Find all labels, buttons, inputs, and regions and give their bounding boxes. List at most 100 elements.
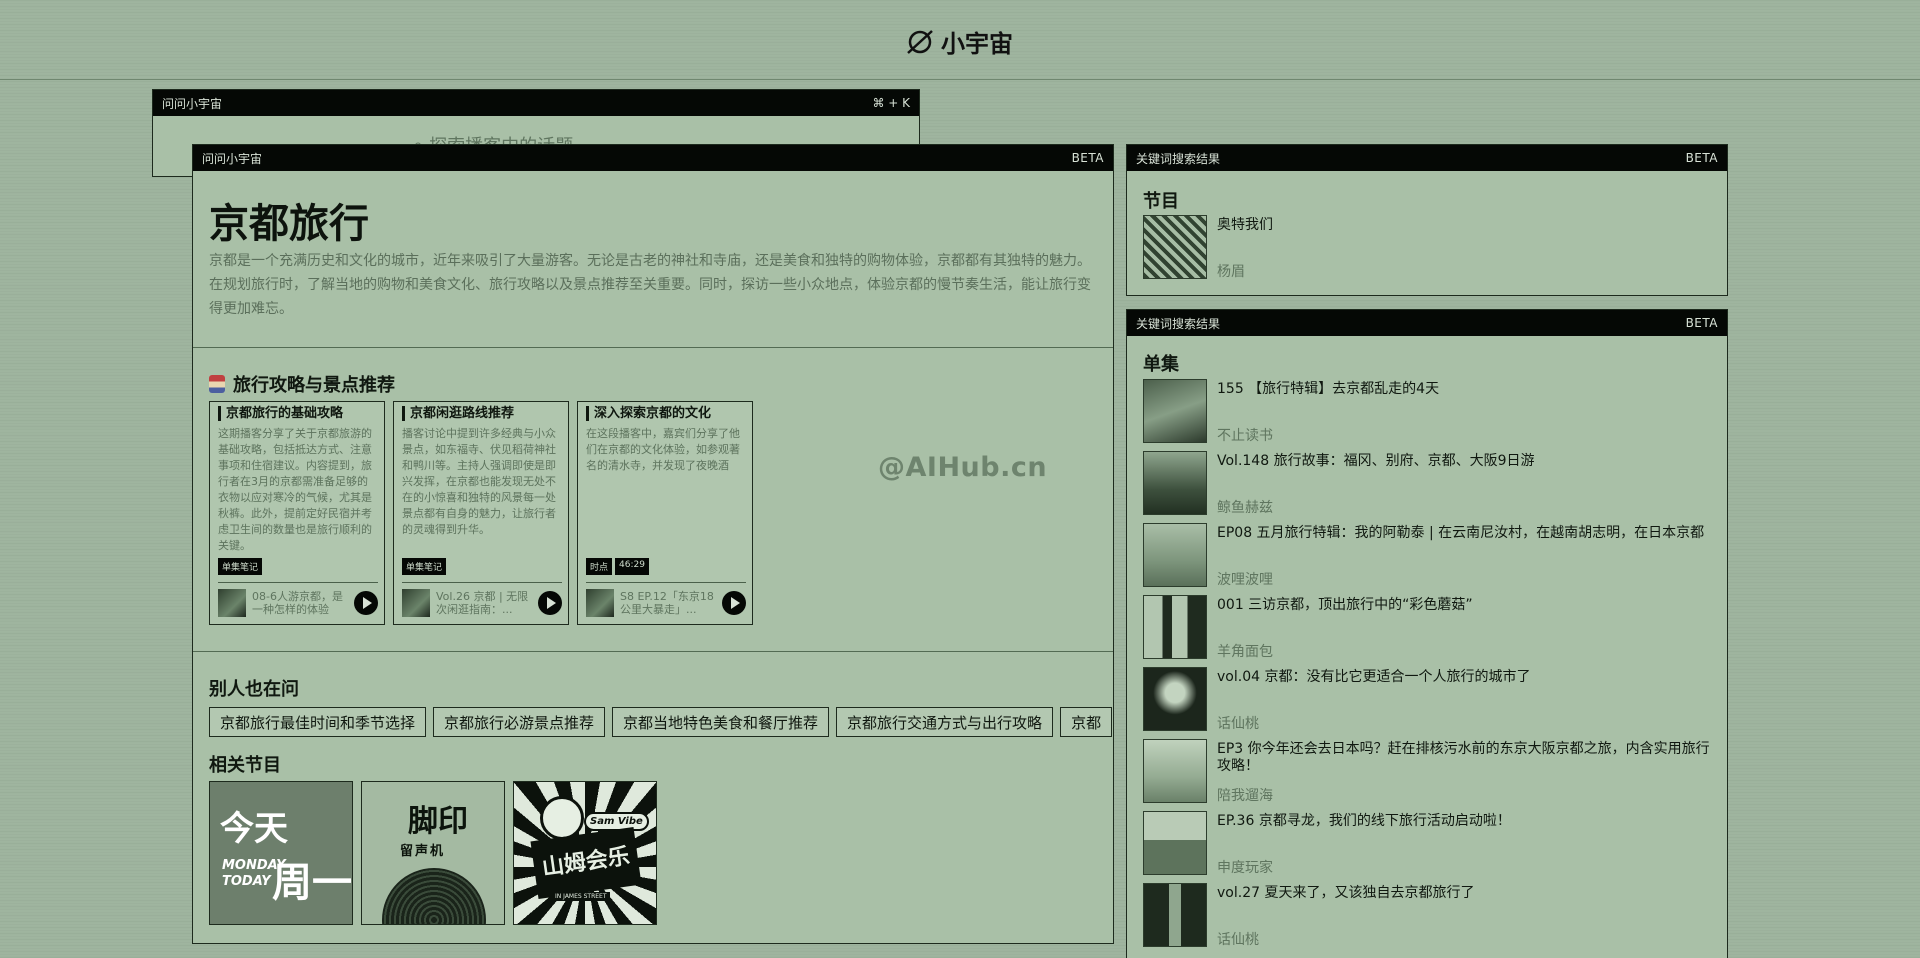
episode-thumbnail — [1143, 739, 1207, 803]
result-author: 话仙桃 — [1217, 716, 1259, 732]
vinyl-icon — [382, 868, 486, 924]
panel-title: 问问小宇宙 — [162, 96, 223, 111]
related-podcasts: 今天 MONDAY TODAY 周一 脚印 留声机 Sam Vibe 山姆会乐 I… — [209, 781, 657, 925]
question-chip[interactable]: 京都当地特色美食和餐厅推荐 — [612, 707, 830, 737]
beta-badge: BETA — [1071, 151, 1104, 165]
episode-thumbnail — [1143, 595, 1207, 659]
play-icon[interactable] — [538, 591, 562, 615]
cover-text: 周一 — [272, 860, 352, 906]
episode-result[interactable]: vol.04 京都：没有比它更适合一个人旅行的城市了 话仙桃 — [1143, 667, 1713, 732]
card-title: 京都闲逛路线推荐 — [402, 406, 514, 421]
result-title: vol.27 夏天来了，又该独自去京都旅行了 — [1217, 885, 1475, 901]
card-tags: 单集笔记 — [218, 558, 263, 575]
episode-result[interactable]: 001 三访京都，顶出旅行中的“彩色蘑菇” 羊角面包 — [1143, 595, 1713, 660]
guide-card[interactable]: 深入探索京都的文化 在这段播客中，嘉宾们分享了他们在京都的文化体验，如参观著名的… — [577, 401, 753, 625]
divider — [193, 347, 1113, 348]
cover-text: Sam Vibe — [584, 812, 649, 831]
ask-panel: 问问小宇宙 BETA 京都旅行 京都是一个充满历史和文化的城市，近年来吸引了大量… — [192, 144, 1114, 944]
podcast-cover[interactable]: 今天 MONDAY TODAY 周一 — [209, 781, 353, 925]
result-author: 陪我遛海 — [1217, 788, 1273, 804]
topic-heading: 京都旅行 — [209, 201, 369, 247]
podcast-cover[interactable]: 脚印 留声机 — [361, 781, 505, 925]
result-author: 鲸鱼赫兹 — [1217, 500, 1273, 516]
podcast-cover[interactable]: Sam Vibe 山姆会乐 IN JAMES STREET — [513, 781, 657, 925]
question-chip[interactable]: 京都旅行必游景点推荐 — [433, 707, 606, 737]
card-body: 这期播客分享了关于京都旅游的基础攻略，包括抵达方式、注意事项和住宿建议。内容提到… — [218, 427, 372, 552]
episode-thumbnail — [1143, 523, 1207, 587]
cover-text: 留声机 — [400, 844, 446, 859]
card-body: 播客讨论中提到许多经典与小众景点，如东福寺、伏见稻荷神社和鸭川等。主持人强调即使… — [402, 427, 556, 536]
top-header: 小宇宙 — [0, 0, 1920, 80]
podcast-result[interactable]: 奥特我们 杨眉 — [1143, 215, 1713, 280]
episode-thumbnail — [1143, 667, 1207, 731]
card-episode[interactable]: S8 EP.12「东京18公里大暴走」... — [586, 588, 746, 618]
logo-text: 小宇宙 — [941, 30, 1013, 58]
divider — [218, 582, 378, 583]
result-title: EP08 五月旅行特辑：我的阿勒泰 | 在云南尼汝村，在越南胡志明，在日本京都 — [1217, 525, 1705, 541]
episode-result[interactable]: EP08 五月旅行特辑：我的阿勒泰 | 在云南尼汝村，在越南胡志明，在日本京都 … — [1143, 523, 1713, 588]
episode-result[interactable]: EP.36 京都寻龙，我们的线下旅行活动启动啦！ 申度玩家 — [1143, 811, 1713, 876]
card-title: 京都旅行的基础攻略 — [218, 406, 343, 421]
question-chip[interactable]: 京都 — [1060, 707, 1113, 737]
card-tag: 单集笔记 — [402, 558, 447, 575]
related-section-title: 相关节目 — [209, 755, 281, 776]
app-logo[interactable]: 小宇宙 — [905, 24, 1013, 59]
episode-thumbnail — [1143, 811, 1207, 875]
panel-title: 关键词搜索结果 — [1136, 316, 1221, 331]
panel-title: 关键词搜索结果 — [1136, 151, 1221, 166]
cover-text: 脚印 — [408, 804, 468, 839]
result-author: 话仙桃 — [1217, 932, 1259, 948]
episode-thumbnail — [402, 589, 430, 617]
cover-text: 今天 — [220, 809, 288, 849]
result-title: vol.04 京都：没有比它更适合一个人旅行的城市了 — [1217, 669, 1531, 685]
card-tags: 单集笔记 — [402, 558, 447, 575]
panel-titlebar: 关键词搜索结果 BETA — [1127, 145, 1727, 171]
beta-badge: BETA — [1685, 316, 1718, 330]
card-tag: 时点 — [586, 558, 613, 575]
keyword-results-podcasts: 关键词搜索结果 BETA 节目 奥特我们 杨眉 — [1126, 144, 1728, 296]
result-author: 申度玩家 — [1217, 860, 1273, 876]
result-title: EP.36 京都寻龙，我们的线下旅行活动启动啦！ — [1217, 813, 1511, 829]
episode-result[interactable]: EP3 你今年还会去日本吗？赶在排核污水前的东京大阪京都之旅，内含实用旅行攻略！… — [1143, 739, 1713, 804]
guide-card[interactable]: 京都旅行的基础攻略 这期播客分享了关于京都旅游的基础攻略，包括抵达方式、注意事项… — [209, 401, 385, 625]
result-author: 羊角面包 — [1217, 644, 1273, 660]
timestamp-tag: 46:29 — [615, 558, 649, 575]
planet-icon — [907, 29, 933, 54]
result-author: 杨眉 — [1217, 264, 1245, 280]
results-heading: 节目 — [1143, 191, 1179, 212]
episode-result[interactable]: Vol.148 旅行故事：福冈、别府、京都、大阪9日游 鲸鱼赫兹 — [1143, 451, 1713, 516]
question-chip[interactable]: 京都旅行交通方式与出行攻略 — [836, 707, 1054, 737]
card-title: 深入探索京都的文化 — [586, 406, 711, 421]
divider — [586, 582, 746, 583]
cover-text: 山姆会乐 — [530, 827, 642, 899]
divider — [193, 651, 1113, 652]
episode-result[interactable]: 155 【旅行特辑】去京都乱走的4天 不止读书 — [1143, 379, 1713, 444]
podcast-thumbnail — [1143, 215, 1207, 279]
guide-card[interactable]: 京都闲逛路线推荐 播客讨论中提到许多经典与小众景点，如东福寺、伏见稻荷神社和鸭川… — [393, 401, 569, 625]
guide-section-title: 旅行攻略与景点推荐 — [209, 371, 395, 397]
result-title: 155 【旅行特辑】去京都乱走的4天 — [1217, 381, 1440, 397]
beta-badge: BETA — [1685, 151, 1718, 165]
episode-thumbnail — [1143, 883, 1207, 947]
play-icon[interactable] — [722, 591, 746, 615]
episode-title: Vol.26 京都 | 无限次闲逛指南：... — [436, 590, 529, 616]
card-episode[interactable]: Vol.26 京都 | 无限次闲逛指南：... — [402, 588, 562, 618]
result-title: 奥特我们 — [1217, 217, 1273, 233]
episode-title: 08-6人游京都，是一种怎样的体验 — [252, 590, 343, 616]
play-icon[interactable] — [354, 591, 378, 615]
result-author: 波哩波哩 — [1217, 572, 1273, 588]
episode-thumbnail — [1143, 451, 1207, 515]
panel-titlebar: 问问小宇宙 ⌘ + K — [153, 90, 919, 116]
episode-result[interactable]: vol.27 夏天来了，又该独自去京都旅行了 话仙桃 — [1143, 883, 1713, 948]
card-tag: 单集笔记 — [218, 558, 263, 575]
card-tags: 时点 46:29 — [586, 558, 649, 575]
results-heading: 单集 — [1143, 354, 1179, 375]
episode-title: S8 EP.12「东京18公里大暴走」... — [620, 590, 714, 616]
question-chip[interactable]: 京都旅行最佳时间和季节选择 — [209, 707, 427, 737]
divider — [402, 582, 562, 583]
keyword-results-episodes: 关键词搜索结果 BETA 单集 155 【旅行特辑】去京都乱走的4天 不止读书 … — [1126, 309, 1728, 958]
cover-text: IN JAMES STREET — [552, 892, 610, 901]
card-episode[interactable]: 08-6人游京都，是一种怎样的体验 — [218, 588, 378, 618]
panel-title: 问问小宇宙 — [202, 151, 263, 166]
episode-thumbnail — [218, 589, 246, 617]
